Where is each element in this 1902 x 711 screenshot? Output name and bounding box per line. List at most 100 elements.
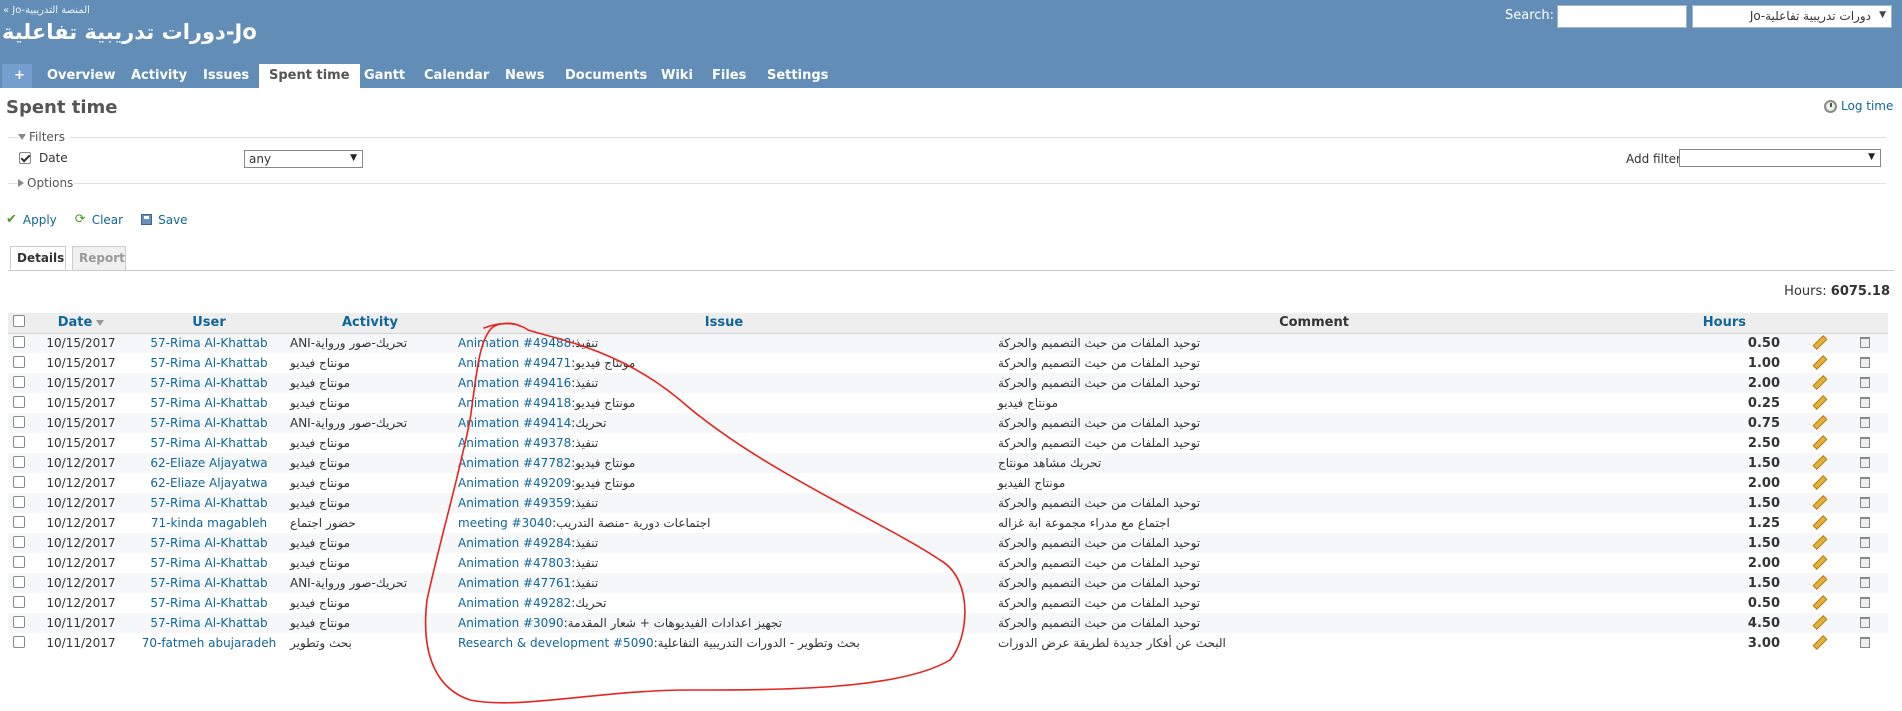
entry-user-link[interactable]: 57-Rima Al-Khattab [132, 433, 286, 453]
entry-user-link[interactable]: 57-Rima Al-Khattab [132, 613, 286, 633]
tab-spent-time[interactable]: Spent time [259, 64, 360, 88]
edit-button[interactable] [1796, 393, 1842, 413]
root-project-link[interactable]: المنصة التدريبية-Jo » [3, 5, 90, 16]
entry-user-link[interactable]: 62-Eliaze Aljayatwa [132, 473, 286, 493]
row-checkbox[interactable] [13, 415, 25, 428]
row-checkbox[interactable] [13, 635, 25, 648]
new-object-button[interactable]: + [2, 64, 32, 88]
entry-issue-link[interactable]: Animation #49359 [458, 496, 571, 510]
tab-news[interactable]: News [495, 64, 554, 88]
edit-button[interactable] [1796, 473, 1842, 493]
entry-issue-link[interactable]: Animation #47761 [458, 576, 571, 590]
entry-user-link[interactable]: 57-Rima Al-Khattab [132, 553, 286, 573]
edit-button[interactable] [1796, 353, 1842, 373]
row-checkbox[interactable] [13, 595, 25, 608]
entry-user-link[interactable]: 57-Rima Al-Khattab [132, 353, 286, 373]
delete-button[interactable] [1842, 433, 1888, 453]
edit-button[interactable] [1796, 433, 1842, 453]
add-filter-select[interactable]: ▼ [1679, 149, 1881, 167]
row-checkbox[interactable] [13, 515, 25, 528]
delete-button[interactable] [1842, 393, 1888, 413]
row-checkbox[interactable] [13, 555, 25, 568]
entry-issue-link[interactable]: meeting #3040 [458, 516, 552, 530]
tab-activity[interactable]: Activity [121, 64, 197, 88]
row-checkbox[interactable] [13, 435, 25, 448]
entry-user-link[interactable]: 70-fatmeh abujaradeh [132, 633, 286, 653]
entry-issue-link[interactable]: Animation #49416 [458, 376, 571, 390]
entry-user-link[interactable]: 57-Rima Al-Khattab [132, 573, 286, 593]
row-checkbox[interactable] [13, 475, 25, 488]
entry-user-link[interactable]: 57-Rima Al-Khattab [132, 593, 286, 613]
entry-issue-link[interactable]: Animation #49488 [458, 336, 571, 350]
column-date[interactable]: Date [30, 313, 132, 334]
entry-issue-link[interactable]: Animation #49471 [458, 356, 571, 370]
delete-button[interactable] [1842, 473, 1888, 493]
tab-wiki[interactable]: Wiki [651, 64, 703, 88]
delete-button[interactable] [1842, 493, 1888, 513]
tab-report[interactable]: Report [72, 246, 126, 270]
log-time-link[interactable]: Log time [1824, 99, 1893, 113]
tab-settings[interactable]: Settings [757, 64, 838, 88]
entry-user-link[interactable]: 57-Rima Al-Khattab [132, 413, 286, 433]
tab-calendar[interactable]: Calendar [414, 64, 499, 88]
entry-issue-link[interactable]: Animation #47803 [458, 556, 571, 570]
row-checkbox[interactable] [13, 495, 25, 508]
edit-button[interactable] [1796, 633, 1842, 653]
row-checkbox[interactable] [13, 535, 25, 548]
date-filter-checkbox[interactable] [19, 152, 31, 164]
row-checkbox[interactable] [13, 355, 25, 368]
delete-button[interactable] [1842, 613, 1888, 633]
entry-user-link[interactable]: 57-Rima Al-Khattab [132, 533, 286, 553]
edit-button[interactable] [1796, 453, 1842, 473]
row-checkbox[interactable] [13, 395, 25, 408]
column-issue[interactable]: Issue [454, 313, 994, 334]
apply-button[interactable]: ✔ Apply [6, 212, 57, 227]
edit-button[interactable] [1796, 413, 1842, 433]
entry-issue-link[interactable]: Animation #49209 [458, 476, 571, 490]
edit-button[interactable] [1796, 333, 1842, 353]
entry-user-link[interactable]: 62-Eliaze Aljayatwa [132, 453, 286, 473]
row-checkbox[interactable] [13, 375, 25, 388]
entry-issue-link[interactable]: Animation #49282 [458, 596, 571, 610]
entry-user-link[interactable]: 57-Rima Al-Khattab [132, 373, 286, 393]
tab-documents[interactable]: Documents [555, 64, 657, 88]
entry-issue-link[interactable]: Animation #49378 [458, 436, 571, 450]
entry-user-link[interactable]: 57-Rima Al-Khattab [132, 333, 286, 353]
column-hours[interactable]: Hours [1634, 313, 1796, 334]
options-toggle[interactable]: Options [18, 176, 73, 190]
tab-gantt[interactable]: Gantt [354, 64, 415, 88]
row-checkbox[interactable] [13, 575, 25, 588]
filters-toggle[interactable]: Filters [18, 130, 65, 144]
entry-issue-link[interactable]: Research & development #5090 [458, 636, 654, 650]
edit-button[interactable] [1796, 573, 1842, 593]
delete-button[interactable] [1842, 533, 1888, 553]
row-checkbox[interactable] [13, 615, 25, 628]
delete-button[interactable] [1842, 513, 1888, 533]
entry-issue-link[interactable]: Animation #49414 [458, 416, 571, 430]
search-input[interactable] [1557, 5, 1687, 28]
edit-button[interactable] [1796, 553, 1842, 573]
entry-user-link[interactable]: 57-Rima Al-Khattab [132, 493, 286, 513]
row-checkbox[interactable] [13, 335, 25, 348]
delete-button[interactable] [1842, 333, 1888, 353]
clear-button[interactable]: ⟳ Clear [75, 212, 123, 227]
edit-button[interactable] [1796, 613, 1842, 633]
tab-details[interactable]: Details [10, 246, 66, 270]
column-activity[interactable]: Activity [286, 313, 454, 334]
delete-button[interactable] [1842, 593, 1888, 613]
entry-issue-link[interactable]: Animation #49418 [458, 396, 571, 410]
column-user[interactable]: User [132, 313, 286, 334]
tab-files[interactable]: Files [702, 64, 756, 88]
delete-button[interactable] [1842, 353, 1888, 373]
delete-button[interactable] [1842, 553, 1888, 573]
edit-button[interactable] [1796, 593, 1842, 613]
delete-button[interactable] [1842, 633, 1888, 653]
edit-button[interactable] [1796, 513, 1842, 533]
tab-issues[interactable]: Issues [193, 64, 259, 88]
entry-issue-link[interactable]: Animation #3090 [458, 616, 564, 630]
delete-button[interactable] [1842, 413, 1888, 433]
save-button[interactable]: Save [141, 213, 188, 227]
date-operator-select[interactable]: any ▼ [244, 150, 363, 168]
project-jump-select[interactable]: دورات تدريبية تفاعلية-Jo ▼ [1692, 5, 1892, 28]
row-checkbox[interactable] [13, 455, 25, 468]
